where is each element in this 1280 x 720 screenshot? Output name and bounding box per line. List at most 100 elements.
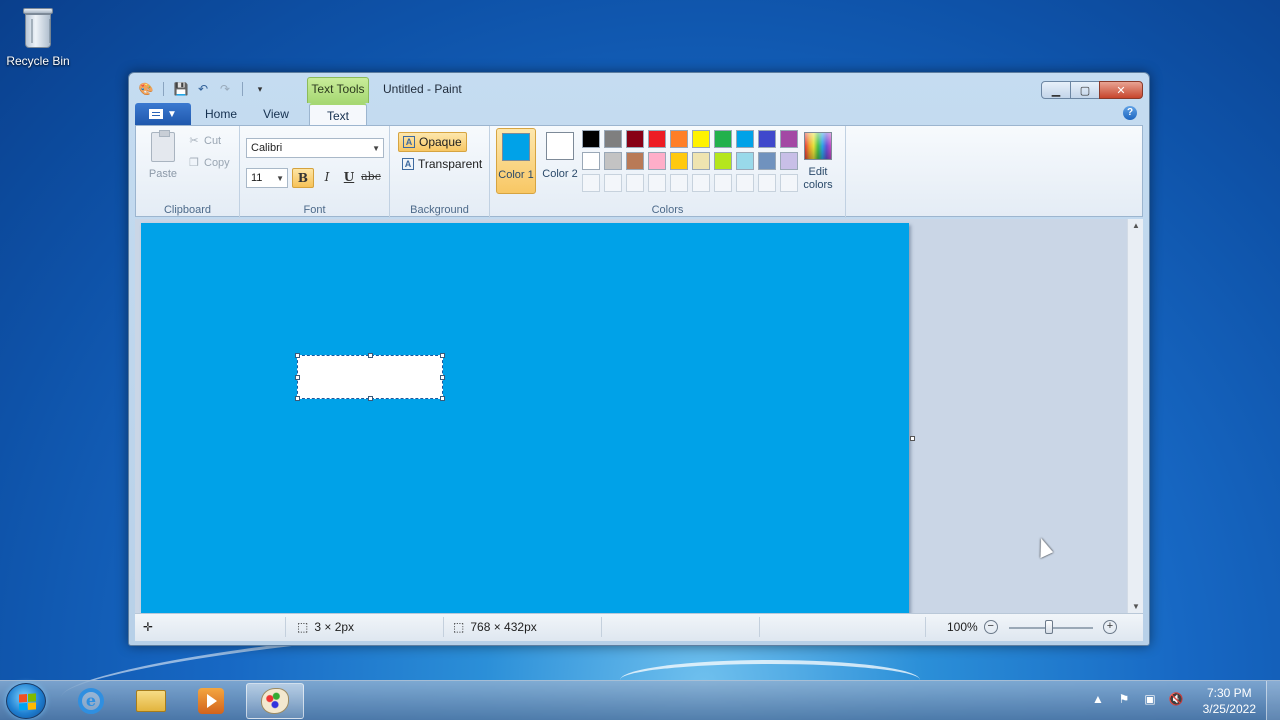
strikethrough-button[interactable]: abc [360,168,382,188]
resize-handle[interactable] [440,353,445,358]
image-size-icon: ⬚ [453,620,465,634]
palette-empty-swatch[interactable] [714,174,732,192]
font-size-dropdown[interactable]: 11 ▼ [246,168,288,188]
minimize-button[interactable]: ▁ [1041,81,1071,99]
tab-home[interactable]: Home [195,103,247,125]
undo-icon[interactable]: ↶ [194,81,212,97]
cut-label: Cut [204,134,222,147]
palette-empty-swatch[interactable] [758,174,776,192]
cut-button[interactable]: ✂ Cut [188,134,222,148]
palette-color-swatch[interactable] [714,152,732,170]
underline-button[interactable]: U [338,168,360,188]
palette-empty-swatch[interactable] [692,174,710,192]
redo-icon[interactable]: ↷ [216,81,234,97]
color2-button[interactable]: Color 2 [540,128,580,194]
resize-handle[interactable] [368,353,373,358]
resize-handle[interactable] [440,396,445,401]
taskbar-paint[interactable] [246,683,304,719]
text-box[interactable] [295,353,445,401]
palette-color-swatch[interactable] [604,130,622,148]
taskbar-internet-explorer[interactable]: e [62,683,120,719]
show-hidden-icons-icon[interactable]: ▲ [1090,691,1106,707]
paint-app-icon[interactable]: 🎨 [137,81,155,97]
action-center-icon[interactable]: ⚑ [1116,691,1132,707]
canvas-resize-handle[interactable] [910,436,915,441]
palette-color-swatch[interactable] [736,130,754,148]
palette-color-swatch[interactable] [626,130,644,148]
palette-color-swatch[interactable] [604,152,622,170]
zoom-out-icon[interactable]: − [983,620,998,634]
close-button[interactable]: ✕ [1099,81,1143,99]
group-label: Background [410,204,469,216]
palette-color-swatch[interactable] [692,152,710,170]
font-family-dropdown[interactable]: Calibri ▼ [246,138,384,158]
image-size: 768 × 432px [470,620,537,634]
colors-group: Color 1 Color 2 Edit colors Colors [490,126,846,218]
palette-empty-swatch[interactable] [604,174,622,192]
transparent-button[interactable]: A Transparent [398,154,486,174]
palette-color-swatch[interactable] [714,130,732,148]
vertical-scrollbar[interactable]: ▲ ▼ [1127,219,1143,613]
taskbar-windows-explorer[interactable] [122,683,180,719]
customize-dropdown-icon[interactable]: ▾ [251,81,269,97]
palette-color-swatch[interactable] [758,130,776,148]
italic-button[interactable]: I [316,168,338,188]
save-icon[interactable]: 💾 [172,81,190,97]
background-group: A Opaque A Transparent Background [390,126,490,218]
taskbar-media-player[interactable] [182,683,240,719]
palette-color-swatch[interactable] [582,152,600,170]
palette-empty-swatch[interactable] [736,174,754,192]
palette-color-swatch[interactable] [692,130,710,148]
paste-button[interactable]: Paste [146,130,180,180]
color-spectrum-icon [804,132,832,160]
zoom-in-icon[interactable]: + [1103,620,1117,634]
show-desktop-button[interactable] [1266,681,1280,720]
paint-menu-button[interactable]: ▼ [135,103,191,125]
resize-handle[interactable] [295,375,300,380]
tab-view[interactable]: View [251,103,301,125]
palette-color-swatch[interactable] [582,130,600,148]
palette-empty-swatch[interactable] [582,174,600,192]
media-player-icon [198,688,224,714]
palette-color-swatch[interactable] [670,152,688,170]
palette-color-swatch[interactable] [758,152,776,170]
palette-empty-swatch[interactable] [670,174,688,192]
clock[interactable]: 7:30 PM 3/25/2022 [1203,685,1256,717]
desktop-icon-recycle-bin[interactable]: Recycle Bin [6,6,70,68]
network-icon[interactable]: ▣ [1142,691,1158,707]
start-button[interactable] [6,683,46,719]
palette-color-swatch[interactable] [670,130,688,148]
tab-text[interactable]: Text [309,103,367,125]
palette-empty-swatch[interactable] [626,174,644,192]
quick-access-toolbar: 🎨 💾 ↶ ↷ ▾ [137,81,269,97]
zoom-slider-thumb[interactable] [1045,620,1053,634]
maximize-button[interactable]: ▢ [1070,81,1100,99]
bold-button[interactable]: B [292,168,314,188]
canvas-workspace[interactable]: ▲ ▼ [135,219,1143,613]
font-family-value: Calibri [251,142,283,154]
palette-color-swatch[interactable] [648,130,666,148]
status-bar: ✛ ⬚ 3 × 2px ⬚ 768 × 432px 100% − + [135,613,1143,641]
scroll-up-icon[interactable]: ▲ [1128,221,1143,230]
resize-handle[interactable] [368,396,373,401]
copy-button[interactable]: ❐ Copy [188,156,230,170]
palette-color-swatch[interactable] [648,152,666,170]
scroll-down-icon[interactable]: ▼ [1128,602,1143,611]
resize-handle[interactable] [295,353,300,358]
color1-button[interactable]: Color 1 [496,128,536,194]
palette-color-swatch[interactable] [736,152,754,170]
title-bar[interactable]: 🎨 💾 ↶ ↷ ▾ Text Tools Untitled - Paint ▁ … [129,73,1149,103]
palette-empty-swatch[interactable] [648,174,666,192]
resize-handle[interactable] [295,396,300,401]
opaque-button[interactable]: A Opaque [398,132,467,152]
drawing-canvas[interactable] [141,223,909,613]
paste-label: Paste [148,168,178,180]
palette-color-swatch[interactable] [626,152,644,170]
help-icon[interactable]: ? [1123,106,1137,120]
volume-muted-icon[interactable]: 🔇 [1168,691,1184,707]
desktop-icon-label: Recycle Bin [6,54,70,68]
window-controls: ▁ ▢ ✕ [1041,81,1143,99]
resize-handle[interactable] [440,375,445,380]
edit-colors-button[interactable]: Edit colors [796,132,840,192]
chevron-down-icon: ▼ [276,174,284,183]
